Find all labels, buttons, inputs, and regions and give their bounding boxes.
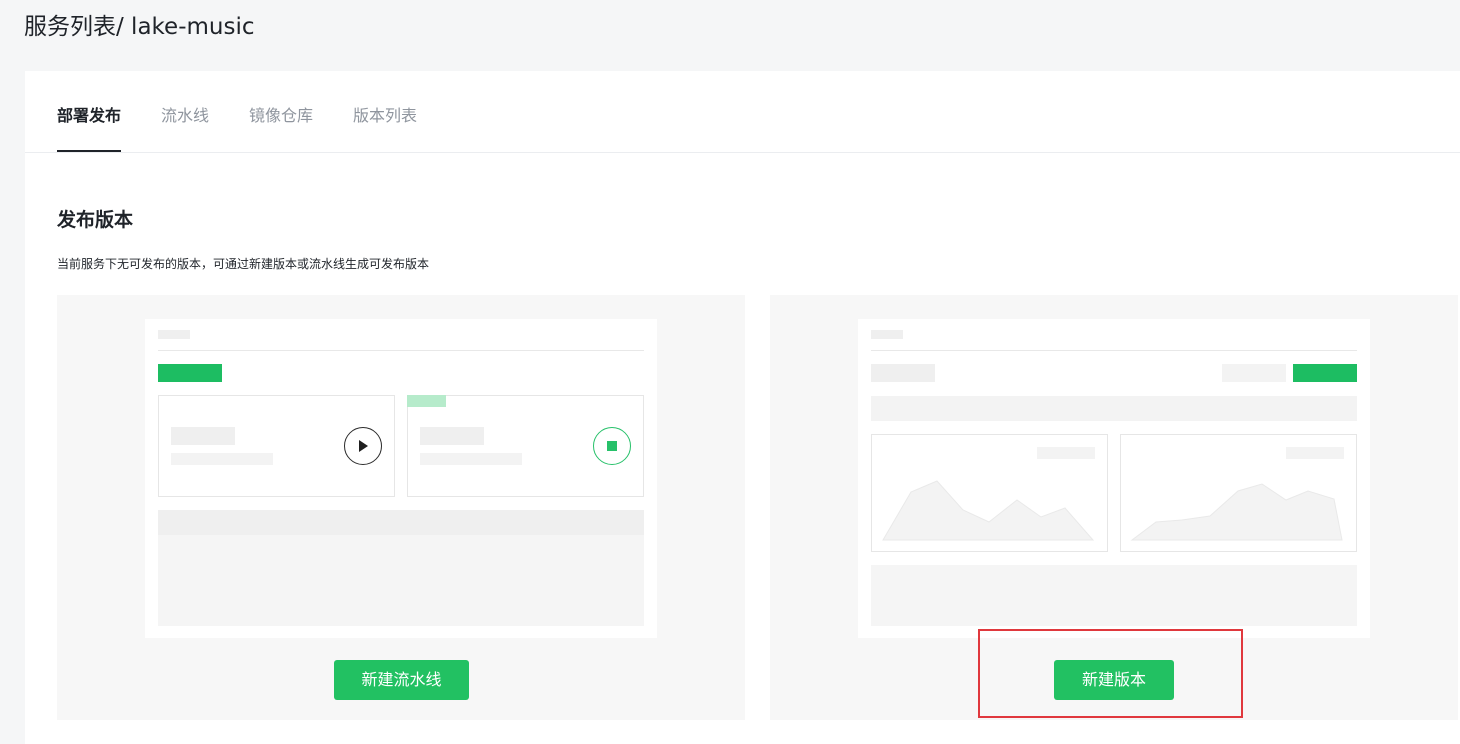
section-title: 发布版本 <box>57 209 134 231</box>
tab-version-list[interactable]: 版本列表 <box>353 105 417 127</box>
play-icon <box>344 427 382 465</box>
page-title: 服务列表/ lake-music <box>24 14 255 40</box>
content-panel: 部署发布 流水线 镜像仓库 版本列表 发布版本 当前服务下无可发布的版本，可通过… <box>25 71 1460 744</box>
version-illustration <box>858 319 1370 638</box>
pipeline-illustration <box>145 319 657 638</box>
chart-thumbnail-left <box>871 434 1108 552</box>
tab-image-repo[interactable]: 镜像仓库 <box>249 105 313 127</box>
section-description: 当前服务下无可发布的版本，可通过新建版本或流水线生成可发布版本 <box>57 257 430 271</box>
chart-thumbnail-right <box>1120 434 1357 552</box>
active-tab-indicator <box>57 150 121 152</box>
new-pipeline-button[interactable]: 新建流水线 <box>334 660 469 700</box>
tab-bar: 部署发布 流水线 镜像仓库 版本列表 <box>25 71 1460 153</box>
pipeline-card: 新建流水线 <box>57 295 745 720</box>
tab-pipeline[interactable]: 流水线 <box>161 105 209 127</box>
new-version-button[interactable]: 新建版本 <box>1054 660 1174 700</box>
version-card: 新建版本 <box>770 295 1458 720</box>
tab-deploy[interactable]: 部署发布 <box>57 105 121 127</box>
stop-icon <box>593 427 631 465</box>
